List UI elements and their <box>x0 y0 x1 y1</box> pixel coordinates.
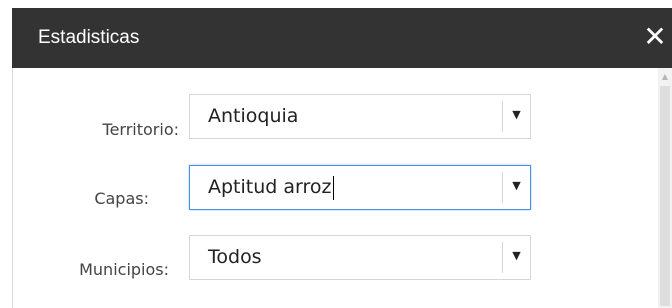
close-icon[interactable]: ✕ <box>640 20 670 54</box>
scroll-up-arrow-icon[interactable]: ▲ <box>658 68 672 82</box>
capas-value: Aptitud arroz <box>208 175 334 200</box>
dialog-title: Estadisticas <box>38 27 140 48</box>
municipios-label: Municipios: <box>79 260 169 279</box>
scroll-thumb[interactable] <box>660 86 670 306</box>
dialog-titlebar: Estadisticas ✕ <box>12 8 672 68</box>
capas-select[interactable]: Aptitud arroz ▼ <box>189 165 531 210</box>
dropdown-arrow-icon[interactable]: ▼ <box>503 166 530 209</box>
territorio-label: Territorio: <box>102 120 179 139</box>
municipios-select[interactable]: Todos ▼ <box>189 235 531 280</box>
dropdown-arrow-icon[interactable]: ▼ <box>503 236 530 279</box>
municipios-value: Todos <box>208 246 262 268</box>
dropdown-arrow-icon[interactable]: ▼ <box>503 95 530 138</box>
vertical-scrollbar[interactable]: ▲ <box>658 68 672 308</box>
territorio-value: Antioquia <box>208 105 299 127</box>
statistics-panel: Territorio: Antioquia ▼ Capas: Aptitud a… <box>12 68 672 308</box>
territorio-select[interactable]: Antioquia ▼ <box>189 94 531 139</box>
text-cursor <box>332 175 334 200</box>
capas-label: Capas: <box>94 189 149 208</box>
